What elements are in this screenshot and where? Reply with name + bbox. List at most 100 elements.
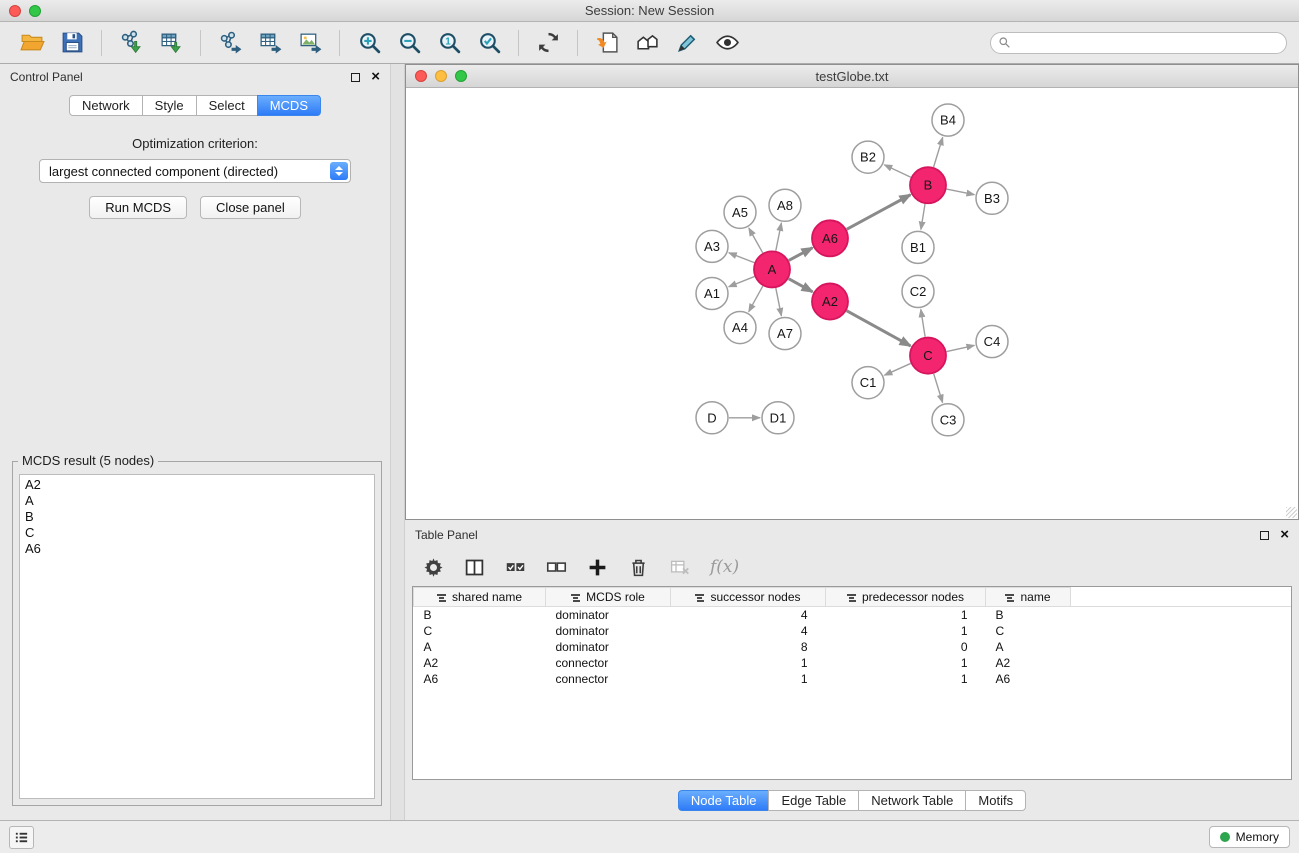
table-row[interactable]: Adominator80A <box>414 639 1292 655</box>
tab-edge-table[interactable]: Edge Table <box>768 790 859 811</box>
export-table-button[interactable] <box>253 27 287 59</box>
table-row[interactable]: Bdominator41B <box>414 607 1292 623</box>
delete-table-button[interactable] <box>669 557 690 578</box>
select-all-columns-button[interactable] <box>505 557 526 578</box>
zoom-out-button[interactable] <box>392 27 426 59</box>
search-input[interactable] <box>1016 36 1279 50</box>
function-builder-button[interactable]: f(x) <box>710 557 739 577</box>
zoom-in-button[interactable] <box>352 27 386 59</box>
mcds-result-item[interactable]: B <box>25 509 369 525</box>
memory-button[interactable]: Memory <box>1209 826 1290 848</box>
node-C2[interactable]: C2 <box>902 275 934 307</box>
close-table-panel-icon[interactable] <box>1280 530 1289 540</box>
edge-C-C2[interactable] <box>921 309 925 336</box>
mcds-result-item[interactable]: C <box>25 525 369 541</box>
show-panels-button[interactable] <box>9 826 34 849</box>
open-file-button[interactable] <box>15 27 49 59</box>
mcds-result-item[interactable]: A <box>25 493 369 509</box>
edge-A-A5[interactable] <box>749 228 763 253</box>
tab-select[interactable]: Select <box>196 95 258 116</box>
edge-B-B1[interactable] <box>921 204 925 229</box>
node-A8[interactable]: A8 <box>769 189 801 221</box>
edge-C-C1[interactable] <box>884 363 910 375</box>
export-network-button[interactable] <box>213 27 247 59</box>
edge-A-A3[interactable] <box>729 253 755 263</box>
mcds-result-item[interactable]: A2 <box>25 477 369 493</box>
node-A4[interactable]: A4 <box>724 312 756 344</box>
node-B[interactable]: B <box>910 167 946 203</box>
edge-A2-C[interactable] <box>847 311 911 346</box>
apply-style-button[interactable] <box>670 27 704 59</box>
edge-A-A8[interactable] <box>776 223 782 251</box>
column-header-predecessor-nodes[interactable]: predecessor nodes <box>826 588 986 607</box>
edge-A6-B[interactable] <box>847 195 911 230</box>
node-A[interactable]: A <box>754 251 790 287</box>
column-header-successor-nodes[interactable]: successor nodes <box>671 588 826 607</box>
mcds-result-item[interactable]: A6 <box>25 541 369 557</box>
node-D[interactable]: D <box>696 402 728 434</box>
node-C[interactable]: C <box>910 338 946 374</box>
node-D1[interactable]: D1 <box>762 402 794 434</box>
close-panel-icon[interactable] <box>371 72 380 82</box>
import-table-button[interactable] <box>154 27 188 59</box>
zoom-selected-button[interactable] <box>472 27 506 59</box>
node-A6[interactable]: A6 <box>812 220 848 256</box>
table-row[interactable]: A6connector11A6 <box>414 671 1292 687</box>
edge-A-A2[interactable] <box>789 279 813 292</box>
edge-A-A4[interactable] <box>749 286 763 312</box>
refresh-layout-button[interactable] <box>531 27 565 59</box>
columns-icon <box>464 557 485 578</box>
node-C4[interactable]: C4 <box>976 326 1008 358</box>
float-table-panel-icon[interactable] <box>1260 531 1269 540</box>
table-row[interactable]: Cdominator41C <box>414 623 1292 639</box>
node-B4[interactable]: B4 <box>932 104 964 136</box>
deselect-all-columns-button[interactable] <box>546 557 567 578</box>
node-A7[interactable]: A7 <box>769 318 801 350</box>
zoom-fit-button[interactable]: 1 <box>432 27 466 59</box>
show-columns-button[interactable] <box>464 557 485 578</box>
float-panel-icon[interactable] <box>351 73 360 82</box>
import-network-button[interactable] <box>114 27 148 59</box>
tab-style[interactable]: Style <box>142 95 197 116</box>
delete-column-button[interactable] <box>628 557 649 578</box>
tab-node-table[interactable]: Node Table <box>678 790 770 811</box>
panel-divider[interactable] <box>390 64 405 820</box>
open-network-file-button[interactable] <box>590 27 624 59</box>
column-header-name[interactable]: name <box>986 588 1071 607</box>
tab-network[interactable]: Network <box>69 95 143 116</box>
node-A1[interactable]: A1 <box>696 277 728 309</box>
create-column-button[interactable] <box>587 557 608 578</box>
tab-mcds[interactable]: MCDS <box>257 95 321 116</box>
close-panel-button[interactable]: Close panel <box>200 196 301 219</box>
save-session-button[interactable] <box>55 27 89 59</box>
node-A5[interactable]: A5 <box>724 196 756 228</box>
node-A2[interactable]: A2 <box>812 283 848 319</box>
node-C1[interactable]: C1 <box>852 367 884 399</box>
edge-B-B3[interactable] <box>947 189 975 195</box>
toggle-details-button[interactable] <box>710 27 744 59</box>
edge-C-C4[interactable] <box>947 345 975 351</box>
edge-A-A6[interactable] <box>789 248 813 261</box>
run-mcds-button[interactable]: Run MCDS <box>89 196 187 219</box>
node-B3[interactable]: B3 <box>976 182 1008 214</box>
edge-A-A1[interactable] <box>729 277 755 287</box>
optimization-criterion-select[interactable]: largest connected component (directed) <box>39 159 351 183</box>
tab-motifs[interactable]: Motifs <box>965 790 1026 811</box>
node-A3[interactable]: A3 <box>696 230 728 262</box>
table-settings-button[interactable] <box>423 557 444 578</box>
tab-network-table[interactable]: Network Table <box>858 790 966 811</box>
export-image-button[interactable] <box>293 27 327 59</box>
table-row[interactable]: A2connector11A2 <box>414 655 1292 671</box>
node-B1[interactable]: B1 <box>902 231 934 263</box>
edge-B-B2[interactable] <box>884 165 911 177</box>
network-overview-button[interactable] <box>630 27 664 59</box>
column-header-MCDS-role[interactable]: MCDS role <box>546 588 671 607</box>
window-resize-grip[interactable] <box>1286 507 1297 518</box>
node-B2[interactable]: B2 <box>852 141 884 173</box>
node-C3[interactable]: C3 <box>932 404 964 436</box>
edge-B-B4[interactable] <box>934 137 943 167</box>
edge-A-A7[interactable] <box>776 288 782 316</box>
network-canvas[interactable]: A A1 A2 A3 A4 A5 A6 A7 A8 B B1 B2 B3 B4 C C1 C2 C3 C4 D D1 <box>406 88 1298 519</box>
edge-C-C3[interactable] <box>934 374 943 403</box>
column-header-shared-name[interactable]: shared name <box>414 588 546 607</box>
